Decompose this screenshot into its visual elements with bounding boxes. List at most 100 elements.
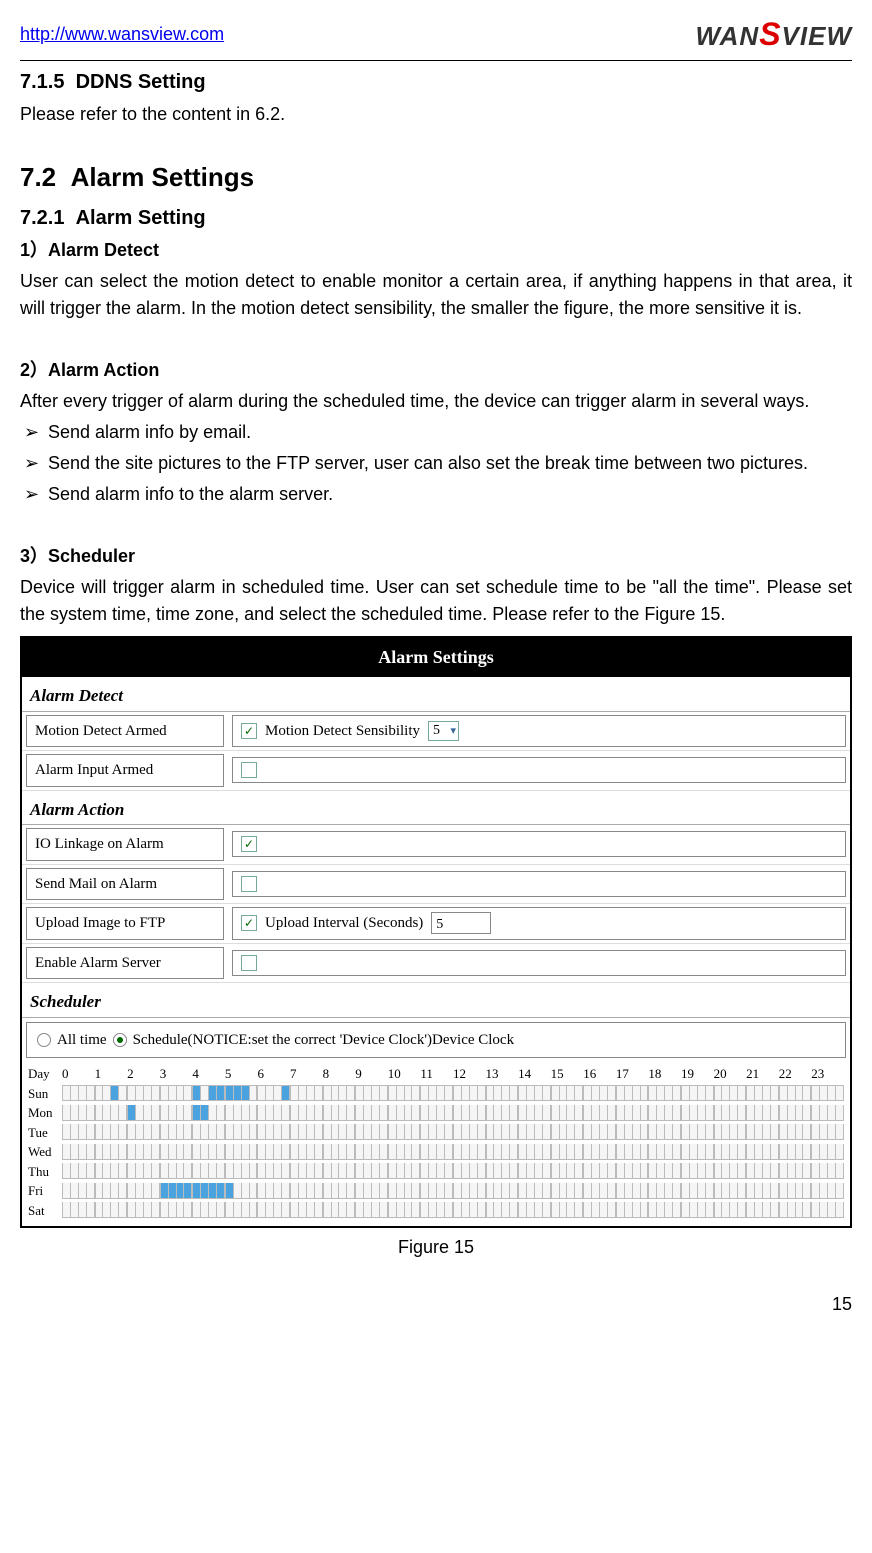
schedule-cell[interactable]	[250, 1085, 258, 1101]
schedule-cell[interactable]	[372, 1124, 380, 1140]
schedule-cell[interactable]	[625, 1144, 633, 1160]
schedule-cell[interactable]	[616, 1144, 625, 1160]
schedule-cell[interactable]	[405, 1105, 413, 1121]
schedule-cell[interactable]	[690, 1085, 698, 1101]
schedule-cell[interactable]	[779, 1163, 788, 1179]
schedule-cell[interactable]	[429, 1105, 437, 1121]
schedule-cell[interactable]	[494, 1163, 502, 1179]
schedule-cell[interactable]	[234, 1183, 242, 1199]
schedule-cell[interactable]	[290, 1163, 299, 1179]
schedule-cell[interactable]	[494, 1202, 502, 1218]
schedule-cell[interactable]	[575, 1105, 583, 1121]
radio-schedule[interactable]	[113, 1033, 127, 1047]
schedule-cell[interactable]	[575, 1163, 583, 1179]
schedule-cell[interactable]	[136, 1124, 144, 1140]
schedule-cell[interactable]	[372, 1144, 380, 1160]
schedule-cell[interactable]	[518, 1163, 527, 1179]
schedule-cell[interactable]	[478, 1124, 486, 1140]
schedule-cell[interactable]	[62, 1202, 71, 1218]
schedule-cell[interactable]	[380, 1163, 388, 1179]
schedule-cell[interactable]	[502, 1085, 510, 1101]
schedule-cell[interactable]	[111, 1085, 119, 1101]
schedule-cell[interactable]	[738, 1163, 746, 1179]
schedule-cell[interactable]	[788, 1202, 796, 1218]
schedule-cell[interactable]	[79, 1124, 87, 1140]
schedule-cell[interactable]	[502, 1202, 510, 1218]
schedule-cell[interactable]	[746, 1124, 755, 1140]
schedule-cell[interactable]	[600, 1105, 608, 1121]
schedule-cell[interactable]	[575, 1202, 583, 1218]
schedule-cell[interactable]	[633, 1085, 641, 1101]
schedule-cell[interactable]	[307, 1105, 315, 1121]
schedule-cell[interactable]	[79, 1144, 87, 1160]
schedule-cell[interactable]	[372, 1085, 380, 1101]
schedule-cell[interactable]	[453, 1202, 462, 1218]
schedule-cell[interactable]	[71, 1105, 79, 1121]
schedule-cell[interactable]	[535, 1163, 543, 1179]
schedule-cell[interactable]	[543, 1085, 551, 1101]
schedule-cell[interactable]	[405, 1124, 413, 1140]
schedule-cell[interactable]	[779, 1183, 788, 1199]
schedule-cell[interactable]	[307, 1163, 315, 1179]
schedule-cell[interactable]	[665, 1144, 673, 1160]
schedule-cell[interactable]	[803, 1183, 811, 1199]
schedule-cell[interactable]	[380, 1124, 388, 1140]
schedule-cell[interactable]	[788, 1144, 796, 1160]
schedule-cell[interactable]	[714, 1163, 723, 1179]
schedule-cell[interactable]	[592, 1183, 600, 1199]
schedule-cell[interactable]	[160, 1105, 169, 1121]
schedule-cell[interactable]	[266, 1183, 274, 1199]
schedule-cell[interactable]	[502, 1183, 510, 1199]
schedule-cell[interactable]	[62, 1085, 71, 1101]
schedule-cell[interactable]	[111, 1144, 119, 1160]
schedule-cell[interactable]	[420, 1105, 429, 1121]
schedule-cell[interactable]	[543, 1144, 551, 1160]
schedule-cell[interactable]	[779, 1085, 788, 1101]
schedule-cell[interactable]	[470, 1163, 478, 1179]
schedule-cell[interactable]	[87, 1163, 95, 1179]
schedule-cell[interactable]	[144, 1144, 152, 1160]
schedule-cell[interactable]	[323, 1163, 332, 1179]
schedule-cell[interactable]	[388, 1202, 397, 1218]
schedule-cell[interactable]	[551, 1144, 560, 1160]
schedule-cell[interactable]	[397, 1085, 405, 1101]
schedule-cell[interactable]	[111, 1163, 119, 1179]
schedule-cell[interactable]	[560, 1183, 568, 1199]
schedule-cell[interactable]	[217, 1124, 225, 1140]
schedule-cell[interactable]	[119, 1163, 127, 1179]
schedule-cell[interactable]	[755, 1105, 763, 1121]
schedule-cell[interactable]	[103, 1183, 111, 1199]
schedule-cell[interactable]	[755, 1144, 763, 1160]
schedule-cell[interactable]	[648, 1105, 657, 1121]
schedule-cell[interactable]	[192, 1105, 201, 1121]
schedule-cell[interactable]	[811, 1105, 820, 1121]
schedule-cell[interactable]	[71, 1144, 79, 1160]
schedule-cell[interactable]	[307, 1085, 315, 1101]
schedule-cell[interactable]	[478, 1105, 486, 1121]
schedule-cell[interactable]	[71, 1085, 79, 1101]
schedule-cell[interactable]	[608, 1124, 616, 1140]
schedule-cell[interactable]	[803, 1105, 811, 1121]
schedule-cell[interactable]	[763, 1163, 771, 1179]
schedule-cell[interactable]	[836, 1144, 844, 1160]
schedule-cell[interactable]	[462, 1085, 470, 1101]
schedule-cell[interactable]	[560, 1085, 568, 1101]
schedule-cell[interactable]	[738, 1085, 746, 1101]
schedule-cell[interactable]	[535, 1202, 543, 1218]
schedule-cell[interactable]	[290, 1144, 299, 1160]
schedule-cell[interactable]	[820, 1202, 828, 1218]
schedule-cell[interactable]	[730, 1183, 738, 1199]
schedule-cell[interactable]	[290, 1105, 299, 1121]
schedule-cell[interactable]	[828, 1202, 836, 1218]
schedule-cell[interactable]	[332, 1183, 340, 1199]
schedule-cell[interactable]	[698, 1144, 706, 1160]
schedule-cell[interactable]	[698, 1085, 706, 1101]
schedule-cell[interactable]	[323, 1105, 332, 1121]
schedule-cell[interactable]	[648, 1144, 657, 1160]
schedule-cell[interactable]	[250, 1124, 258, 1140]
schedule-cell[interactable]	[698, 1124, 706, 1140]
schedule-cell[interactable]	[510, 1144, 518, 1160]
schedule-cell[interactable]	[706, 1124, 714, 1140]
send-mail-checkbox[interactable]	[241, 876, 257, 892]
schedule-cell[interactable]	[730, 1085, 738, 1101]
